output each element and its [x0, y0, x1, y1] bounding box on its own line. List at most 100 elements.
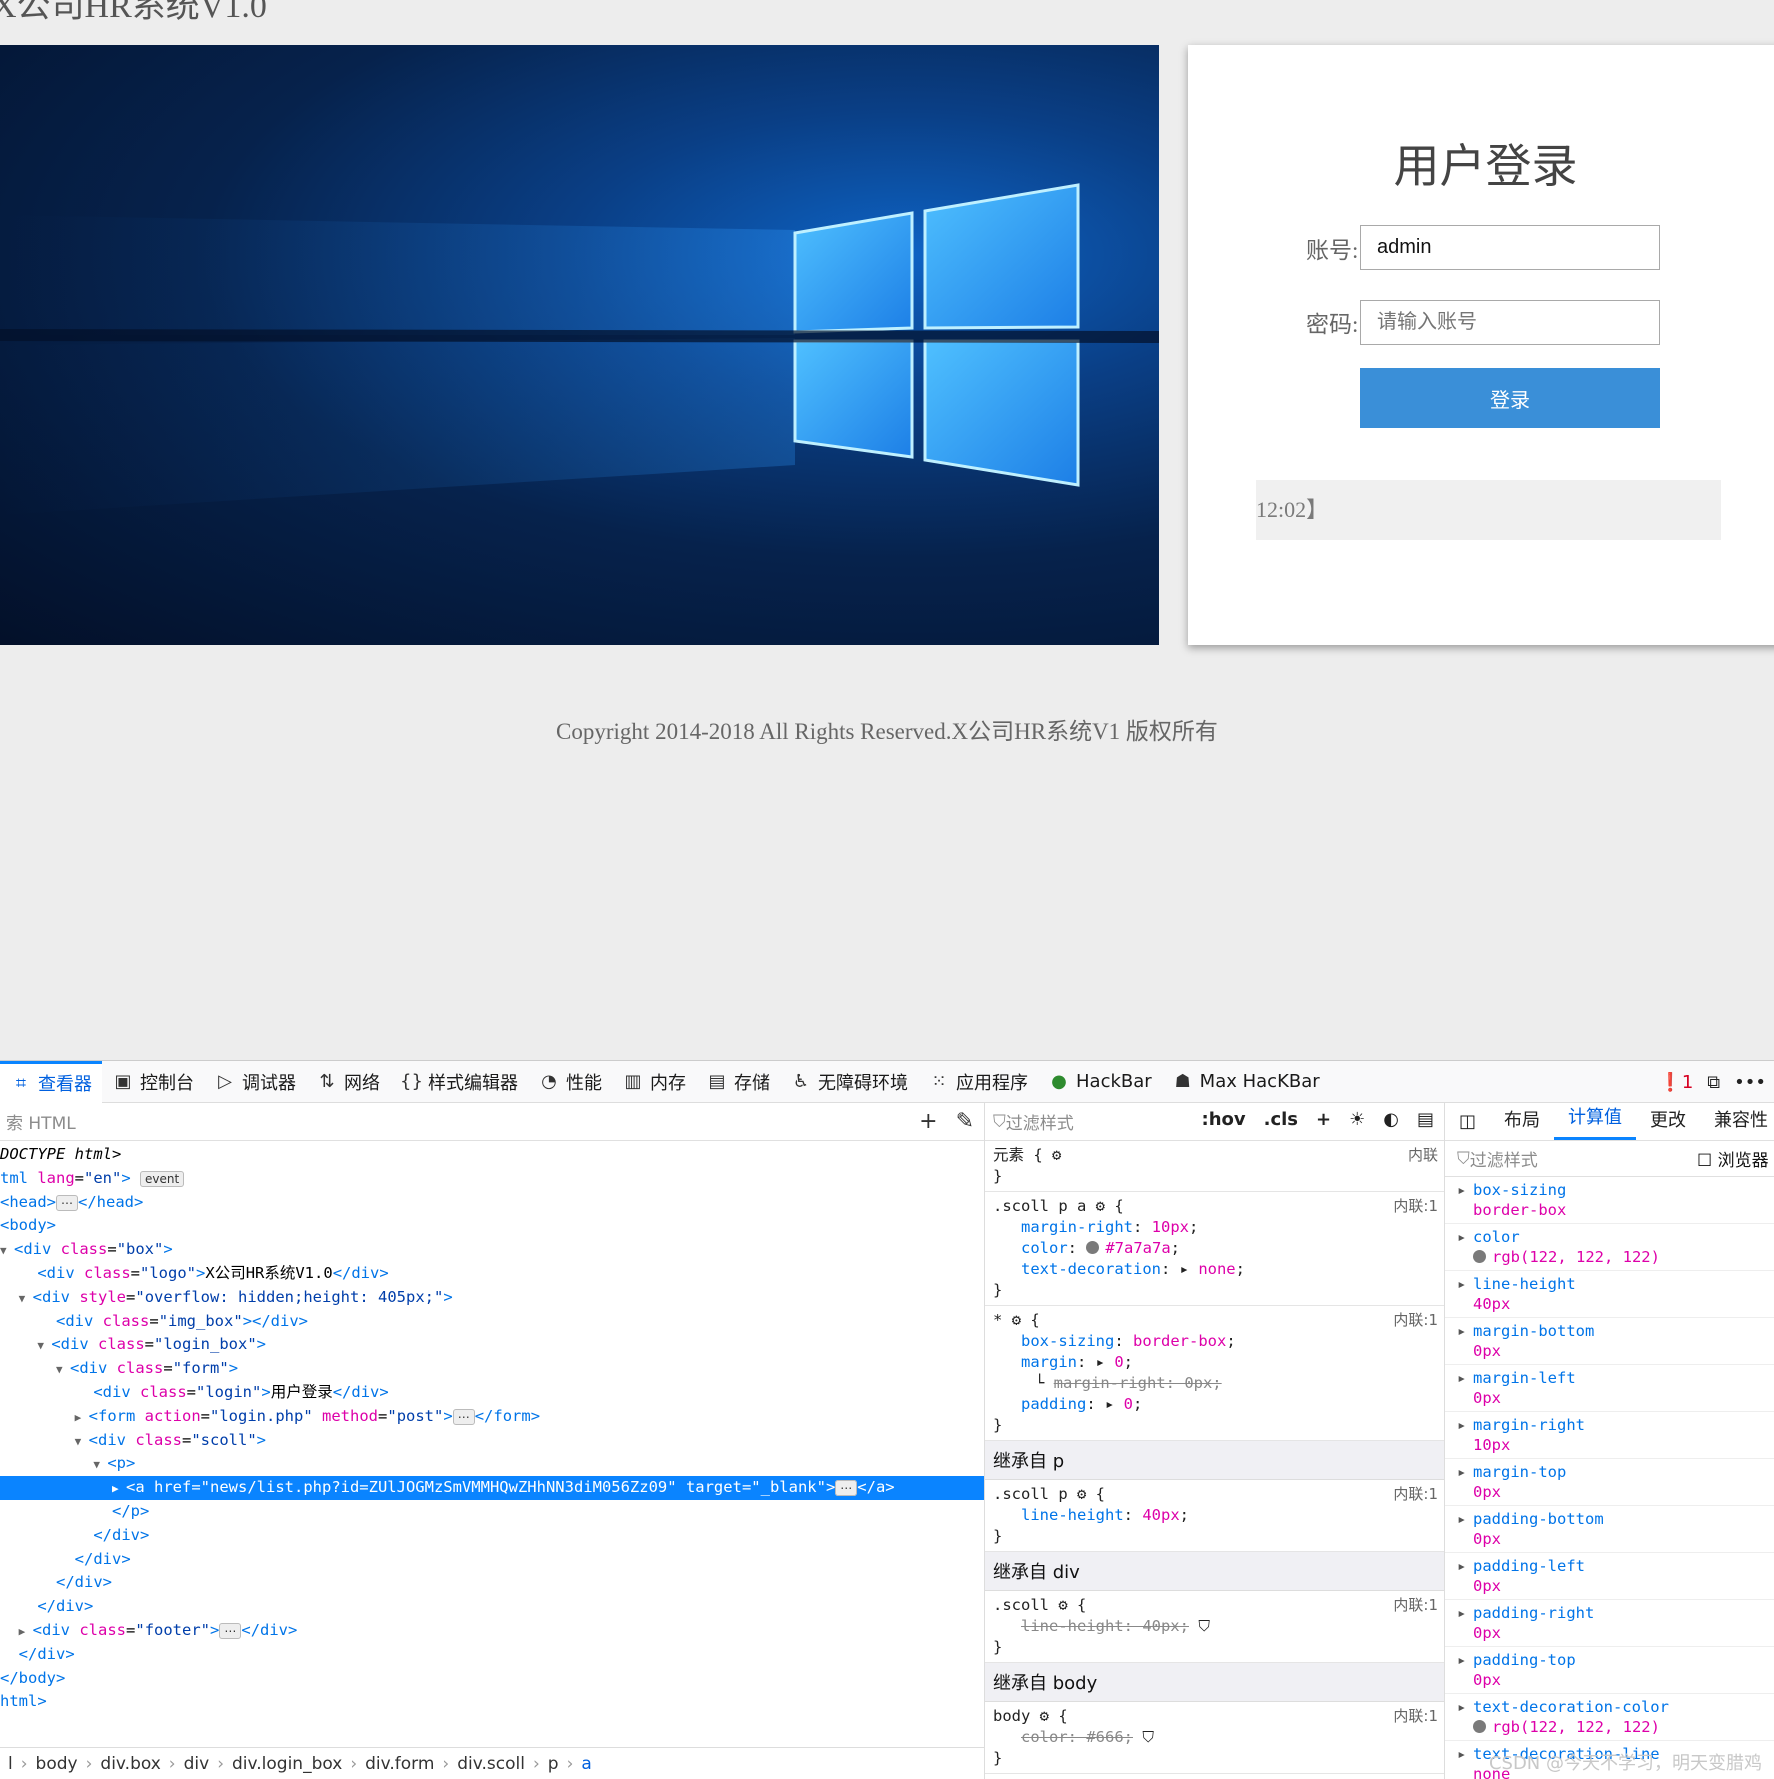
rules-filter-input[interactable]: 过滤样式 — [1006, 1109, 1074, 1134]
print-media-icon[interactable]: ▤ — [1417, 1109, 1434, 1130]
eyedropper-icon[interactable]: ✎ — [956, 1109, 974, 1134]
computed-property[interactable]: color rgb(122, 122, 122) — [1445, 1224, 1774, 1271]
news-link[interactable]: 12:02】 — [1256, 497, 1328, 522]
breadcrumb-item[interactable]: div — [176, 1754, 218, 1774]
tab-label: Max HacKBar — [1199, 1071, 1320, 1092]
tree-line[interactable]: ▼ <div class="login_box"> — [0, 1333, 984, 1357]
tree-line[interactable]: <body> — [0, 1214, 984, 1238]
browser-styles-checkbox[interactable]: ☐ 浏览器 — [1697, 1146, 1769, 1171]
password-label: 密码: — [1306, 312, 1359, 337]
responsive-design-icon[interactable]: ⧉ — [1707, 1072, 1720, 1093]
tab-compatibility[interactable]: 兼容性 — [1700, 1106, 1774, 1140]
event-badge[interactable]: event — [140, 1170, 185, 1187]
computed-filter[interactable]: ⛉ 过滤样式 ☐ 浏览器 — [1445, 1141, 1774, 1177]
tab-inspector[interactable]: ⌗ 查看器 — [0, 1060, 102, 1103]
tree-line[interactable]: ▼ <div class="box"> — [0, 1238, 984, 1262]
computed-list: box-sizing border-box color rgb(122, 122, 1… — [1445, 1177, 1774, 1779]
tree-line[interactable]: <div class="logo">X公司HR系统V1.0</div> — [0, 1262, 984, 1286]
breadcrumb-item[interactable]: div.scoll — [449, 1754, 533, 1774]
tab-label: 样式编辑器 — [428, 1072, 518, 1094]
html-search[interactable]: 索 HTML + ✎ — [0, 1103, 984, 1141]
tab-layout[interactable]: 布局 — [1490, 1106, 1554, 1140]
rule-universal: 内联:1 * ⚙ { box-sizing: border-box; margi… — [985, 1306, 1444, 1441]
computed-property[interactable]: line-height 40px — [1445, 1271, 1774, 1318]
inherited-from-p: 继承自 p — [985, 1441, 1444, 1480]
tab-performance[interactable]: ◔ 性能 — [528, 1061, 612, 1103]
computed-property[interactable]: padding-bottom 0px — [1445, 1506, 1774, 1553]
tab-debugger[interactable]: ▷ 调试器 — [204, 1061, 306, 1103]
color-swatch — [1473, 1250, 1486, 1263]
breadcrumb-item[interactable]: div.form — [357, 1754, 442, 1774]
tree-line[interactable]: </div> — [0, 1524, 984, 1548]
tab-console[interactable]: ▣ 控制台 — [102, 1061, 204, 1103]
computed-property[interactable]: text-decoration-color rgb(122, 122, 122) — [1445, 1694, 1774, 1741]
tree-line[interactable]: <head> ⋯ </head> — [0, 1191, 984, 1215]
sidebar-toggle-icon[interactable]: ◫ — [1445, 1111, 1490, 1140]
tab-application[interactable]: ⁙ 应用程序 — [918, 1061, 1038, 1103]
color-swatch — [1473, 1720, 1486, 1733]
login-button[interactable]: 登录 — [1360, 368, 1660, 428]
network-icon: ⇅ — [319, 1071, 335, 1092]
tree-line[interactable]: </div> — [0, 1643, 984, 1667]
computed-property[interactable]: margin-left 0px — [1445, 1365, 1774, 1412]
tab-max-hackbar[interactable]: ☗ Max HacKBar — [1162, 1061, 1330, 1103]
username-input[interactable] — [1360, 225, 1660, 270]
computed-property[interactable]: padding-left 0px — [1445, 1553, 1774, 1600]
tree-line[interactable]: DOCTYPE html> — [0, 1143, 984, 1167]
tree-line[interactable]: </body> — [0, 1667, 984, 1691]
computed-property[interactable]: margin-right 10px — [1445, 1412, 1774, 1459]
tree-line[interactable]: ▶ <form action="login.php" method="post">… — [0, 1405, 984, 1429]
tree-line[interactable]: ▼ <div style="overflow: hidden;height: 40… — [0, 1286, 984, 1310]
computed-property[interactable]: margin-top 0px — [1445, 1459, 1774, 1506]
breadcrumb-item[interactable]: div.box — [92, 1754, 168, 1774]
tree-line[interactable]: ▼ <div class="scoll"> — [0, 1429, 984, 1453]
tab-changes[interactable]: 更改 — [1636, 1106, 1700, 1140]
add-node-icon[interactable]: + — [919, 1109, 937, 1134]
tree-line[interactable]: </p> — [0, 1500, 984, 1524]
breadcrumb-item[interactable]: div.login_box — [224, 1754, 350, 1774]
add-rule-icon[interactable]: + — [1316, 1109, 1331, 1130]
inherited-from-div: 继承自 div — [985, 1552, 1444, 1591]
breadcrumb-item[interactable]: p — [540, 1754, 567, 1774]
tab-computed[interactable]: 计算值 — [1554, 1103, 1637, 1140]
computed-property-value: 0px — [1473, 1530, 1501, 1548]
computed-property[interactable]: padding-right 0px — [1445, 1600, 1774, 1647]
gear-icon: ⚙ — [1077, 1485, 1087, 1503]
error-count[interactable]: ❗1 — [1659, 1072, 1693, 1093]
inherited-from-body: 继承自 body — [985, 1663, 1444, 1702]
tab-style-editor[interactable]: {} 样式编辑器 — [390, 1061, 528, 1103]
breadcrumb-item[interactable]: a — [573, 1754, 599, 1774]
tree-line[interactable]: </div> — [0, 1548, 984, 1572]
tree-line[interactable]: </div> — [0, 1595, 984, 1619]
web-page: X公司HR系统V1.0 用户登录 账号: admin 密码: 请输入账号 登录 … — [0, 0, 1774, 1060]
light-theme-icon[interactable]: ☀ — [1349, 1109, 1365, 1130]
more-options-icon[interactable]: ••• — [1734, 1072, 1766, 1093]
debugger-icon: ▷ — [218, 1071, 232, 1092]
devtools-toolbar: ⌗ 查看器 ▣ 控制台 ▷ 调试器 ⇅ 网络 {} 样式编辑器 ◔ 性能 ▥ 内存 ▤ 存储 ♿ 无障碍环境 ⁙ 应用… — [0, 1060, 1774, 1103]
tab-hackbar[interactable]: ● HackBar — [1038, 1061, 1162, 1103]
hov-toggle[interactable]: :hov — [1202, 1109, 1246, 1130]
tree-line[interactable]: <div class="img_box"></div> — [0, 1310, 984, 1334]
password-input[interactable] — [1360, 300, 1660, 345]
tree-line[interactable]: ▶ <div class="footer"> ⋯ </div> — [0, 1619, 984, 1643]
tree-line-selected[interactable]: ▶ <a href="news/list.php?id=ZUlJOGMzSmVMM… — [0, 1476, 984, 1500]
tree-line[interactable]: ▼ <div class="form"> — [0, 1357, 984, 1381]
tab-memory[interactable]: ▥ 内存 — [612, 1061, 696, 1103]
tab-label: 性能 — [566, 1072, 602, 1094]
tree-line[interactable]: <div class="login">用户登录</div> — [0, 1381, 984, 1405]
tab-network[interactable]: ⇅ 网络 — [306, 1061, 390, 1103]
tab-storage[interactable]: ▤ 存储 — [696, 1061, 780, 1103]
breadcrumb-item[interactable]: l — [0, 1754, 21, 1774]
tree-line[interactable]: html> — [0, 1690, 984, 1714]
computed-property[interactable]: box-sizing border-box — [1445, 1177, 1774, 1224]
color-swatch — [1086, 1241, 1100, 1254]
tree-line[interactable]: ▼ <p> — [0, 1452, 984, 1476]
dark-theme-icon[interactable]: ◐ — [1383, 1109, 1399, 1130]
computed-property[interactable]: padding-top 0px — [1445, 1647, 1774, 1694]
breadcrumb-item[interactable]: body — [28, 1754, 86, 1774]
tree-line[interactable]: </div> — [0, 1571, 984, 1595]
tree-line[interactable]: tml lang="en"> event — [0, 1167, 984, 1191]
computed-property[interactable]: margin-bottom 0px — [1445, 1318, 1774, 1365]
cls-toggle[interactable]: .cls — [1264, 1109, 1298, 1130]
tab-accessibility[interactable]: ♿ 无障碍环境 — [780, 1061, 918, 1103]
